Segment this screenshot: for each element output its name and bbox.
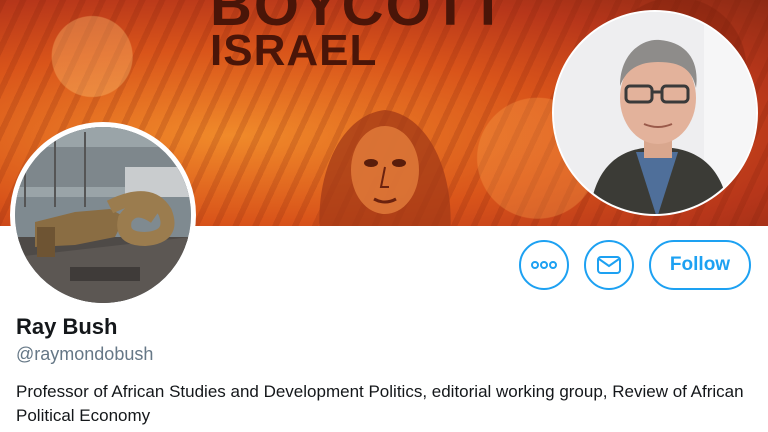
more-icon [531,261,557,269]
profile-avatar[interactable] [10,122,196,308]
profile-bio: Professor of African Studies and Develop… [16,382,744,425]
banner-title-line2: ISRAEL [210,26,378,75]
person-photo-illustration [554,12,756,214]
profile-handle[interactable]: @raymondobush [16,344,153,365]
more-options-button[interactable] [519,240,569,290]
envelope-icon [597,256,621,274]
person-photo [552,10,758,216]
avatar-knotted-gun-sculpture [15,127,191,303]
profile-display-name: Ray Bush [16,314,118,339]
message-button[interactable] [584,240,634,290]
banner-headscarf-figure [319,110,451,226]
follow-button[interactable]: Follow [649,240,751,290]
